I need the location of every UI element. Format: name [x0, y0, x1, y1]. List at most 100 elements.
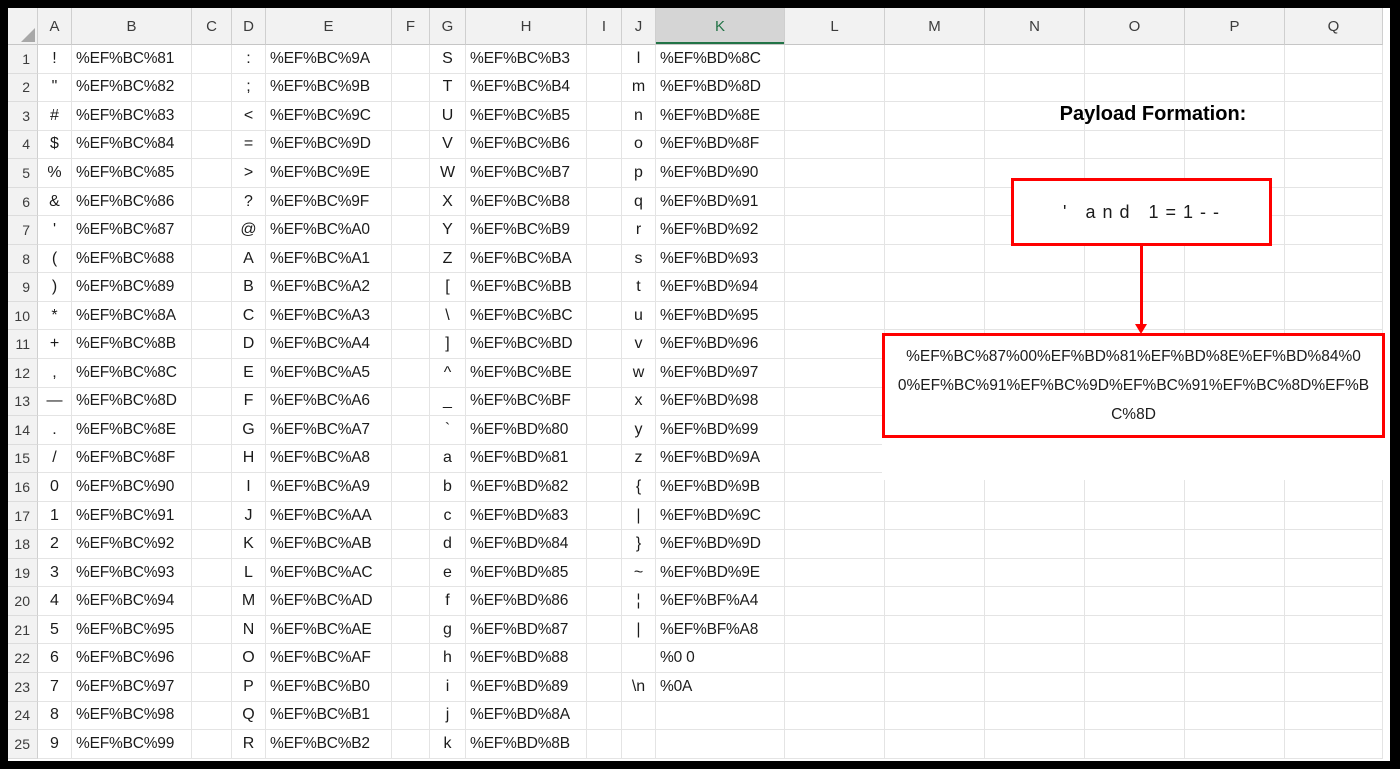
cell-H3[interactable]: %EF%BC%B5 — [466, 102, 587, 131]
column-header-J[interactable]: J — [622, 8, 656, 45]
cell-P19[interactable] — [1185, 558, 1285, 588]
cell-N4[interactable] — [985, 130, 1085, 160]
cell-B22[interactable]: %EF%BC%96 — [72, 644, 192, 674]
cell-A22[interactable]: 6 — [38, 644, 72, 674]
cell-L21[interactable] — [785, 615, 885, 645]
cell-I24[interactable] — [587, 701, 622, 731]
row-header-8[interactable]: 8 — [8, 244, 38, 274]
cell-K19[interactable]: %EF%BD%9E — [656, 558, 785, 588]
cell-H24[interactable]: %EF%BD%8A — [466, 701, 587, 731]
cell-J23[interactable]: \n — [622, 673, 656, 702]
cell-B2[interactable]: %EF%BC%82 — [72, 73, 192, 103]
cell-C4[interactable] — [192, 130, 232, 160]
cell-H18[interactable]: %EF%BD%84 — [466, 530, 587, 559]
cell-L13[interactable] — [785, 387, 885, 417]
cell-H8[interactable]: %EF%BC%BA — [466, 244, 587, 274]
cell-Q17[interactable] — [1285, 501, 1383, 531]
row-header-14[interactable]: 14 — [8, 416, 38, 445]
cell-G15[interactable]: a — [430, 444, 466, 474]
cell-D12[interactable]: E — [232, 359, 266, 388]
cell-N20[interactable] — [985, 587, 1085, 616]
cell-Q3[interactable] — [1285, 102, 1383, 131]
cell-A7[interactable]: ' — [38, 216, 72, 245]
cell-E12[interactable]: %EF%BC%A5 — [266, 359, 392, 388]
cell-G22[interactable]: h — [430, 644, 466, 674]
cell-D10[interactable]: C — [232, 301, 266, 331]
cell-C21[interactable] — [192, 615, 232, 645]
cell-E5[interactable]: %EF%BC%9E — [266, 159, 392, 188]
cell-D16[interactable]: I — [232, 473, 266, 502]
cell-O14[interactable] — [1085, 416, 1185, 445]
cell-B6[interactable]: %EF%BC%86 — [72, 187, 192, 217]
cell-Q7[interactable] — [1285, 216, 1383, 245]
cell-K16[interactable]: %EF%BD%9B — [656, 473, 785, 502]
column-header-I[interactable]: I — [587, 8, 622, 45]
cell-F9[interactable] — [392, 273, 430, 302]
cell-B15[interactable]: %EF%BC%8F — [72, 444, 192, 474]
cell-C3[interactable] — [192, 102, 232, 131]
cell-H7[interactable]: %EF%BC%B9 — [466, 216, 587, 245]
cell-L3[interactable] — [785, 102, 885, 131]
cell-G17[interactable]: c — [430, 501, 466, 531]
cell-B1[interactable]: %EF%BC%81 — [72, 45, 192, 74]
cell-N15[interactable] — [985, 444, 1085, 474]
cell-N23[interactable] — [985, 673, 1085, 702]
cell-G3[interactable]: U — [430, 102, 466, 131]
cell-M21[interactable] — [885, 615, 985, 645]
row-header-4[interactable]: 4 — [8, 130, 38, 160]
cell-Q15[interactable] — [1285, 444, 1383, 474]
cell-O22[interactable] — [1085, 644, 1185, 674]
cell-D19[interactable]: L — [232, 558, 266, 588]
cell-A6[interactable]: & — [38, 187, 72, 217]
cell-I18[interactable] — [587, 530, 622, 559]
cell-P7[interactable] — [1185, 216, 1285, 245]
row-header-9[interactable]: 9 — [8, 273, 38, 302]
cell-I6[interactable] — [587, 187, 622, 217]
cell-H12[interactable]: %EF%BC%BE — [466, 359, 587, 388]
cell-O16[interactable] — [1085, 473, 1185, 502]
row-header-22[interactable]: 22 — [8, 644, 38, 674]
cell-K4[interactable]: %EF%BD%8F — [656, 130, 785, 160]
cell-G25[interactable]: k — [430, 730, 466, 759]
cell-N2[interactable] — [985, 73, 1085, 103]
cell-Q5[interactable] — [1285, 159, 1383, 188]
cell-I14[interactable] — [587, 416, 622, 445]
cell-Q11[interactable] — [1285, 330, 1383, 360]
cell-L18[interactable] — [785, 530, 885, 559]
cell-I5[interactable] — [587, 159, 622, 188]
cell-P14[interactable] — [1185, 416, 1285, 445]
row-header-20[interactable]: 20 — [8, 587, 38, 616]
cell-M12[interactable] — [885, 359, 985, 388]
cell-E17[interactable]: %EF%BC%AA — [266, 501, 392, 531]
column-header-G[interactable]: G — [430, 8, 466, 45]
cell-M7[interactable] — [885, 216, 985, 245]
cell-C14[interactable] — [192, 416, 232, 445]
cell-E7[interactable]: %EF%BC%A0 — [266, 216, 392, 245]
cell-E24[interactable]: %EF%BC%B1 — [266, 701, 392, 731]
cell-D11[interactable]: D — [232, 330, 266, 360]
cell-G12[interactable]: ^ — [430, 359, 466, 388]
cell-C16[interactable] — [192, 473, 232, 502]
cell-C24[interactable] — [192, 701, 232, 731]
cell-K24[interactable] — [656, 701, 785, 731]
cell-J3[interactable]: n — [622, 102, 656, 131]
cell-M10[interactable] — [885, 301, 985, 331]
cell-J25[interactable] — [622, 730, 656, 759]
cell-B5[interactable]: %EF%BC%85 — [72, 159, 192, 188]
cell-Q1[interactable] — [1285, 45, 1383, 74]
cell-O15[interactable] — [1085, 444, 1185, 474]
column-header-E[interactable]: E — [266, 8, 392, 45]
column-header-B[interactable]: B — [72, 8, 192, 45]
column-header-Q[interactable]: Q — [1285, 8, 1383, 45]
cell-L14[interactable] — [785, 416, 885, 445]
row-header-13[interactable]: 13 — [8, 387, 38, 417]
cell-P16[interactable] — [1185, 473, 1285, 502]
cell-H21[interactable]: %EF%BD%87 — [466, 615, 587, 645]
cell-Q21[interactable] — [1285, 615, 1383, 645]
cell-C1[interactable] — [192, 45, 232, 74]
cell-O20[interactable] — [1085, 587, 1185, 616]
cell-L11[interactable] — [785, 330, 885, 360]
cell-L6[interactable] — [785, 187, 885, 217]
cell-K12[interactable]: %EF%BD%97 — [656, 359, 785, 388]
cell-G4[interactable]: V — [430, 130, 466, 160]
